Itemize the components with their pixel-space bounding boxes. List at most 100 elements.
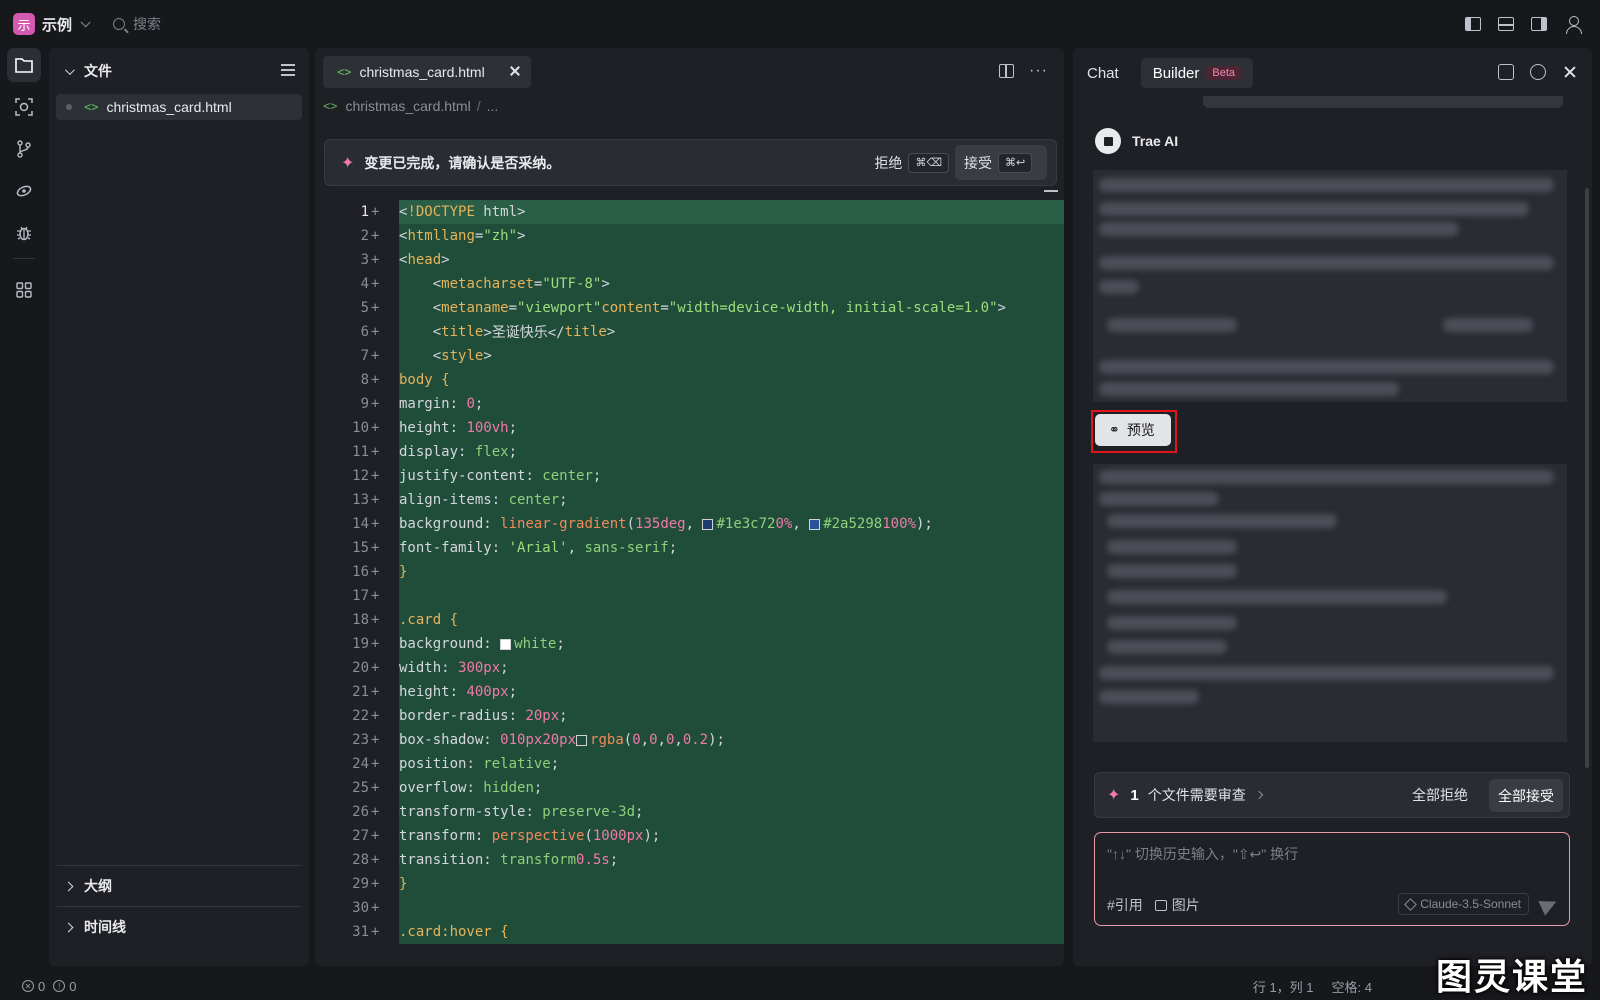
added-line-marker: + bbox=[371, 540, 380, 556]
chevron-down-icon bbox=[80, 16, 91, 27]
added-line-marker: + bbox=[371, 636, 380, 652]
chevron-right-icon[interactable] bbox=[1254, 790, 1263, 800]
code-text: < head > bbox=[399, 248, 1064, 272]
chat-input-box: # 引用 图片 Claude-3.5-Sonnet bbox=[1094, 832, 1570, 926]
remote-icon[interactable] bbox=[7, 174, 41, 208]
chat-actions bbox=[1482, 64, 1576, 80]
line-number: 6 bbox=[360, 324, 369, 340]
line-number: 4 bbox=[360, 276, 369, 292]
code-editor[interactable]: 1 + < !DOCTYPE html> 2 + < html lang = "zh" >3 + < he… bbox=[315, 200, 1064, 966]
debug-icon[interactable] bbox=[7, 216, 41, 250]
breadcrumb-more[interactable]: ... bbox=[487, 98, 499, 114]
reject-shortcut: ⌘⌫ bbox=[908, 152, 949, 173]
line-number: 26 bbox=[352, 804, 369, 820]
extensions-icon[interactable] bbox=[7, 273, 41, 307]
toggle-left-panel-icon[interactable] bbox=[1465, 17, 1481, 31]
breadcrumb-file[interactable]: christmas_card.html bbox=[345, 98, 470, 114]
input-tools: # 引用 图片 bbox=[1107, 895, 1212, 915]
toggle-bottom-panel-icon[interactable] bbox=[1498, 17, 1514, 31]
timeline-label: 时间线 bbox=[84, 919, 126, 935]
reject-button[interactable]: 拒绝 ⌘⌫ bbox=[874, 147, 949, 178]
added-line-marker: + bbox=[371, 612, 380, 628]
send-icon[interactable] bbox=[1538, 894, 1560, 916]
code-text: < style > bbox=[399, 344, 1064, 368]
added-line-marker: + bbox=[371, 300, 380, 316]
added-line-marker: + bbox=[371, 564, 380, 580]
line-number: 5 bbox=[360, 300, 369, 316]
accept-label: 接受 bbox=[964, 154, 992, 171]
code-line: 21 + height: 400px; bbox=[315, 680, 1064, 704]
breadcrumb-separator: / bbox=[476, 98, 481, 114]
model-name: Claude-3.5-Sonnet bbox=[1420, 897, 1521, 911]
added-line-marker: + bbox=[371, 660, 380, 676]
accept-all-button[interactable]: 全部接受 bbox=[1489, 779, 1563, 812]
code-text: .card:hover { bbox=[399, 920, 1064, 944]
code-line: 10 + height: 100vh; bbox=[315, 416, 1064, 440]
line-number: 21 bbox=[352, 684, 369, 700]
code-line: 16 + } bbox=[315, 560, 1064, 584]
chat-input[interactable] bbox=[1107, 843, 1547, 865]
code-text: < html lang = "zh" > bbox=[399, 224, 1064, 248]
accept-button[interactable]: 接受 ⌘↩ bbox=[955, 145, 1047, 180]
image-button[interactable]: 图片 bbox=[1154, 895, 1200, 915]
search-bar[interactable]: 搜索 bbox=[113, 14, 161, 34]
close-tab-icon[interactable] bbox=[509, 65, 521, 77]
line-number: 29 bbox=[352, 876, 369, 892]
history-icon[interactable] bbox=[1530, 64, 1546, 80]
added-line-marker: + bbox=[371, 588, 380, 604]
quote-button[interactable]: # 引用 bbox=[1107, 895, 1143, 915]
account-icon[interactable] bbox=[1564, 15, 1582, 34]
cursor-position[interactable]: 行 1，列 1 bbox=[1253, 977, 1314, 996]
new-chat-icon[interactable] bbox=[1498, 64, 1514, 80]
timeline-section[interactable]: 时间线 bbox=[57, 906, 301, 947]
html-file-icon: <> bbox=[84, 100, 99, 114]
sparkle-icon: ✦ bbox=[1107, 787, 1121, 804]
code-line: 20 + width: 300px; bbox=[315, 656, 1064, 680]
code-line: 15 + font-family: 'Arial', sans-serif; bbox=[315, 536, 1064, 560]
file-review-bar: ✦ 1 个文件需要审查 全部拒绝 全部接受 bbox=[1094, 772, 1570, 818]
more-icon[interactable]: ··· bbox=[1029, 62, 1048, 80]
model-selector[interactable]: Claude-3.5-Sonnet bbox=[1398, 893, 1529, 915]
hash-icon: # bbox=[1107, 897, 1115, 913]
search-scan-icon[interactable] bbox=[7, 90, 41, 124]
warning-count: 0 bbox=[69, 978, 77, 994]
code-line: 18 + .card { bbox=[315, 608, 1064, 632]
code-line: 31 + .card:hover { bbox=[315, 920, 1064, 944]
ai-name: Trae AI bbox=[1132, 133, 1179, 149]
source-control-icon[interactable] bbox=[7, 132, 41, 166]
code-line: 8 + body { bbox=[315, 368, 1064, 392]
reject-all-button[interactable]: 全部拒绝 bbox=[1412, 785, 1468, 805]
line-number: 7 bbox=[360, 348, 369, 364]
outline-label: 大纲 bbox=[84, 878, 112, 894]
preview-button[interactable]: ⚭ 预览 bbox=[1095, 414, 1171, 446]
chevron-right-icon bbox=[63, 881, 74, 891]
file-name: christmas_card.html bbox=[106, 99, 232, 115]
editor-tab[interactable]: <> christmas_card.html bbox=[323, 56, 531, 88]
line-number: 13 bbox=[352, 492, 369, 508]
line-number: 24 bbox=[352, 756, 369, 772]
code-line: 26 + transform-style: preserve-3d; bbox=[315, 800, 1064, 824]
outline-section[interactable]: 大纲 bbox=[57, 865, 301, 906]
code-text: justify-content: center; bbox=[399, 464, 1064, 488]
chat-scrollbar[interactable] bbox=[1585, 188, 1589, 768]
toggle-right-panel-icon[interactable] bbox=[1531, 17, 1547, 31]
filter-settings-icon[interactable] bbox=[281, 64, 295, 76]
close-icon[interactable] bbox=[1564, 66, 1576, 78]
workspace-switcher[interactable]: 示 示例 bbox=[13, 13, 91, 35]
chat-mode-tabs: Chat Builder Beta bbox=[1087, 58, 1254, 88]
file-item[interactable]: <> christmas_card.html bbox=[56, 94, 302, 120]
code-text: background: linear-gradient(135deg, #1e3… bbox=[399, 512, 1064, 536]
added-line-marker: + bbox=[371, 852, 380, 868]
problems-indicator[interactable]: ✕ 0 ! 0 bbox=[22, 979, 76, 994]
indent-setting[interactable]: 空格: 4 bbox=[1332, 977, 1372, 996]
split-editor-icon[interactable] bbox=[999, 64, 1015, 78]
explorer-header[interactable]: 文件 bbox=[49, 48, 309, 94]
code-text: width: 300px; bbox=[399, 656, 1064, 680]
explorer-icon[interactable] bbox=[7, 48, 41, 82]
code-text: position: relative; bbox=[399, 752, 1064, 776]
tab-chat[interactable]: Chat bbox=[1087, 65, 1119, 82]
review-text[interactable]: 个文件需要审查 bbox=[1148, 785, 1246, 805]
added-line-marker: + bbox=[371, 444, 380, 460]
tab-builder[interactable]: Builder Beta bbox=[1140, 58, 1254, 88]
code-line: 29 + } bbox=[315, 872, 1064, 896]
